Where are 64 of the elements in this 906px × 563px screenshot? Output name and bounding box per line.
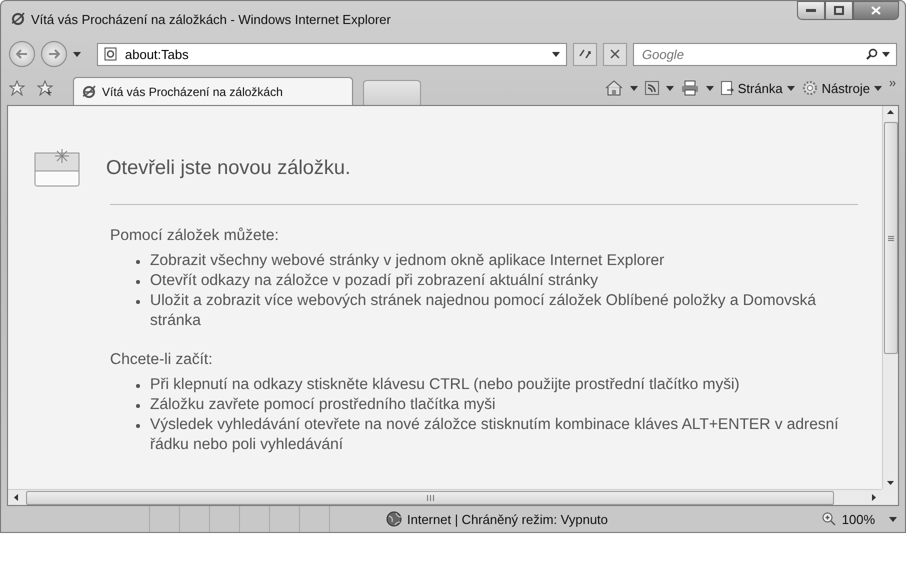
star-plus-icon[interactable]: [37, 80, 53, 96]
arrow-left-icon: [16, 49, 28, 59]
minimize-button[interactable]: [797, 1, 825, 20]
caret-icon[interactable]: [874, 86, 882, 90]
list-item: Záložku zavřete pomocí prostředního tlačítka myši: [136, 395, 850, 415]
forward-button[interactable]: [41, 41, 67, 67]
arrow-right-icon[interactable]: [872, 494, 876, 501]
stop-button[interactable]: [603, 42, 627, 66]
chevron-icon[interactable]: [889, 80, 897, 87]
close-icon: [610, 49, 620, 59]
minimize-icon: [806, 9, 816, 12]
tools-menu[interactable]: Nástroje: [802, 80, 882, 96]
list-item: Při klepnutí na odkazy stiskněte klávesu CTRL (nebo použijte prostřední tlačítko myši): [136, 375, 850, 395]
zoom-icon: [822, 512, 836, 526]
arrow-up-icon[interactable]: [887, 110, 894, 114]
page-heading: Otevřeli jste novou záložku.: [106, 156, 351, 180]
list-item: Otevřít odkazy na záložce v pozadí při zobrazení aktuální stránky: [136, 271, 850, 291]
zoom-button[interactable]: 100%: [822, 512, 875, 526]
maximize-button[interactable]: [825, 1, 853, 20]
page-icon: [104, 47, 117, 61]
maximize-icon: [834, 6, 844, 15]
arrow-left-icon[interactable]: [14, 494, 18, 501]
search-box[interactable]: Google: [633, 42, 897, 66]
refresh-button[interactable]: [573, 42, 597, 66]
caret-icon[interactable]: [552, 52, 560, 56]
star-icon[interactable]: [9, 80, 25, 96]
close-icon: [871, 6, 881, 15]
close-button[interactable]: [853, 1, 899, 20]
section-title: Chcete-li začít:: [110, 351, 214, 369]
caret-icon[interactable]: [882, 52, 890, 56]
list-item: Zobrazit všechny webové stránky v jednom okně aplikace Internet Explorer: [136, 251, 850, 271]
list-item: Výsledek vyhledávání otevřete na nové záložce stisknutím kombinace kláves ALT+ENTER v adresní řádku nebo poli vyhledávání: [136, 415, 850, 455]
new-tab-icon: [34, 148, 80, 188]
caret-icon[interactable]: [73, 52, 81, 56]
arrow-right-icon: [48, 49, 60, 59]
gear-icon: [802, 80, 818, 96]
address-bar[interactable]: about:Tabs: [97, 42, 567, 66]
printer-icon[interactable]: [680, 80, 699, 96]
globe-icon: [386, 511, 402, 527]
caret-icon[interactable]: [786, 86, 795, 90]
grip-icon: [426, 494, 434, 500]
arrow-down-icon[interactable]: [887, 481, 894, 485]
back-button[interactable]: [9, 41, 35, 67]
feed-icon[interactable]: [644, 81, 659, 95]
caret-icon[interactable]: [706, 86, 714, 90]
horizontal-scrollbar[interactable]: [8, 489, 882, 505]
page-icon: [720, 80, 734, 96]
search-field[interactable]: Google: [640, 46, 862, 62]
browser-tab[interactable]: Vítá vás Procházení na záložkách: [73, 77, 353, 105]
address-field[interactable]: about:Tabs: [123, 46, 546, 62]
list-item: Uložit a zobrazit více webových stránek najednou pomocí záložek Oblíbené položky a Domovská stránka: [136, 291, 850, 331]
home-icon[interactable]: [604, 80, 623, 96]
caret-icon[interactable]: [889, 516, 897, 522]
page-menu[interactable]: Stránka: [720, 80, 795, 96]
scroll-thumb[interactable]: [884, 122, 898, 354]
section-title: Pomocí záložek můžete:: [110, 227, 280, 245]
window-title: Vítá vás Procházení na záložkách - Windows Internet Explorer: [31, 12, 392, 26]
security-zone-status: Internet | Chráněný režim: Vypnuto: [407, 512, 608, 526]
search-icon[interactable]: [866, 48, 878, 60]
grip-icon: [888, 236, 894, 240]
caret-icon[interactable]: [630, 86, 638, 90]
scroll-thumb[interactable]: [26, 490, 834, 504]
caret-icon[interactable]: [666, 86, 674, 90]
vertical-scrollbar[interactable]: [882, 106, 898, 489]
